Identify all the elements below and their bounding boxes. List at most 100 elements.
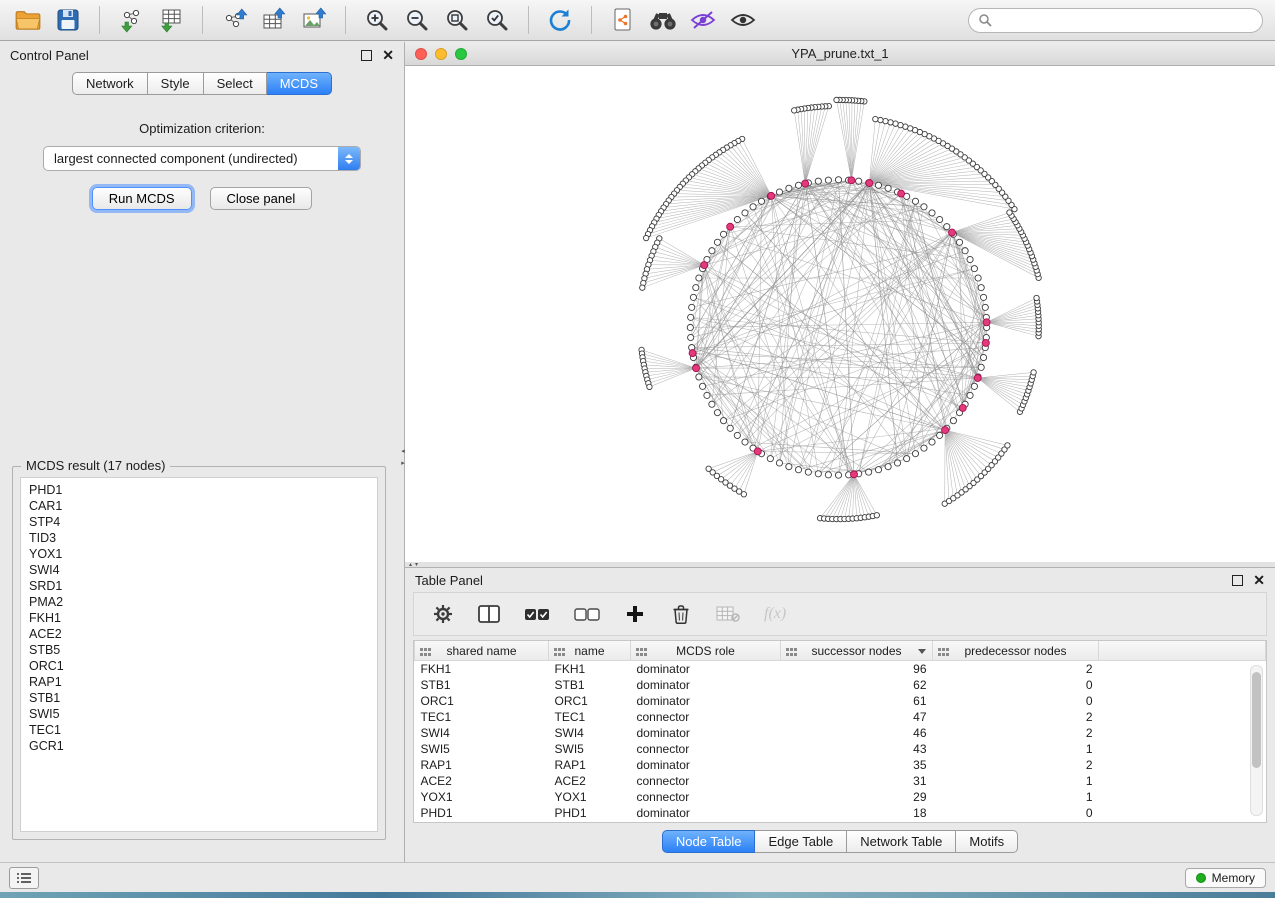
show-details-eye-icon[interactable]	[727, 4, 759, 36]
show-columns-icon[interactable]	[478, 601, 500, 627]
export-table-icon[interactable]	[258, 4, 290, 36]
search-input[interactable]	[998, 12, 1253, 29]
table-header-row: shared name name MCDS role successor nod…	[415, 641, 1266, 661]
hide-details-icon[interactable]	[687, 4, 719, 36]
tab-network-table[interactable]: Network Table	[847, 830, 956, 853]
import-table-disabled-icon	[716, 601, 740, 627]
memory-label: Memory	[1212, 871, 1255, 885]
find-binoculars-icon[interactable]	[647, 4, 679, 36]
list-item[interactable]: STB1	[29, 690, 369, 706]
tab-mcds[interactable]: MCDS	[267, 72, 332, 95]
list-item[interactable]: ACE2	[29, 626, 369, 642]
sort-dropdown-icon[interactable]	[918, 649, 926, 654]
clone-network-icon[interactable]	[607, 4, 639, 36]
run-mcds-button[interactable]: Run MCDS	[92, 187, 192, 210]
table-row[interactable]: YOX1YOX1connector291	[415, 789, 1266, 805]
list-item[interactable]: FKH1	[29, 610, 369, 626]
deselect-all-icon[interactable]	[574, 601, 600, 627]
list-item[interactable]: PMA2	[29, 594, 369, 610]
network-graph[interactable]	[405, 66, 1275, 562]
table-row[interactable]: PHD1PHD1dominator180	[415, 805, 1266, 821]
close-table-panel-icon[interactable]: ✕	[1253, 573, 1265, 587]
close-panel-icon[interactable]: ✕	[382, 48, 394, 62]
tab-edge-table[interactable]: Edge Table	[755, 830, 847, 853]
export-network-icon[interactable]	[218, 4, 250, 36]
delete-column-icon[interactable]	[670, 601, 692, 627]
list-item[interactable]: RAP1	[29, 674, 369, 690]
list-item[interactable]: GCR1	[29, 738, 369, 754]
list-item[interactable]: YOX1	[29, 546, 369, 562]
network-canvas[interactable]	[405, 66, 1275, 562]
list-item[interactable]: SWI5	[29, 706, 369, 722]
open-file-icon[interactable]	[12, 4, 44, 36]
table-row[interactable]: ORC1ORC1dominator610	[415, 693, 1266, 709]
tab-node-table[interactable]: Node Table	[662, 830, 756, 853]
export-image-icon[interactable]	[298, 4, 330, 36]
column-header-mcds-role[interactable]: MCDS role	[631, 641, 781, 661]
scrollbar-thumb[interactable]	[1252, 672, 1261, 768]
refresh-icon[interactable]	[544, 4, 576, 36]
table-row[interactable]: ACE2ACE2connector311	[415, 773, 1266, 789]
node-table-container: shared name name MCDS role successor nod…	[413, 640, 1267, 823]
tab-select[interactable]: Select	[204, 72, 267, 95]
criterion-dropdown[interactable]: largest connected component (undirected)	[43, 146, 361, 171]
tab-motifs[interactable]: Motifs	[956, 830, 1018, 853]
add-column-icon[interactable]	[624, 601, 646, 627]
zoom-in-icon[interactable]	[361, 4, 393, 36]
list-item[interactable]: SWI4	[29, 562, 369, 578]
memory-status-icon	[1196, 873, 1206, 883]
search-box[interactable]	[968, 8, 1263, 33]
column-header-shared-name[interactable]: shared name	[415, 641, 549, 661]
tab-network[interactable]: Network	[72, 72, 148, 95]
list-item[interactable]: ORC1	[29, 658, 369, 674]
table-settings-gear-icon[interactable]	[432, 601, 454, 627]
table-row[interactable]: TEC1TEC1connector472	[415, 709, 1266, 725]
list-item[interactable]: TID3	[29, 530, 369, 546]
window-close-icon[interactable]	[415, 48, 427, 60]
window-minimize-icon[interactable]	[435, 48, 447, 60]
select-all-icon[interactable]	[524, 601, 550, 627]
table-panel-tabs: Node Table Edge Table Network Table Moti…	[405, 830, 1275, 853]
list-item[interactable]: SRD1	[29, 578, 369, 594]
memory-button[interactable]: Memory	[1185, 868, 1266, 888]
control-panel-tabs: Network Style Select MCDS	[0, 72, 404, 95]
table-row[interactable]: SWI4SWI4dominator462	[415, 725, 1266, 741]
list-item[interactable]: STB5	[29, 642, 369, 658]
vertical-splitter-handle[interactable]: ◂▸	[399, 447, 407, 467]
table-vertical-scrollbar[interactable]	[1250, 665, 1263, 816]
table-panel: Table Panel ✕	[405, 568, 1275, 862]
table-row[interactable]: RAP1RAP1dominator352	[415, 757, 1266, 773]
list-item[interactable]: PHD1	[29, 482, 369, 498]
table-panel-title: Table Panel	[415, 573, 483, 588]
zoom-out-icon[interactable]	[401, 4, 433, 36]
function-builder-icon: f(x)	[764, 601, 786, 627]
column-header-name[interactable]: name	[549, 641, 631, 661]
mcds-result-list[interactable]: PHD1CAR1STP4TID3YOX1SWI4SRD1PMA2FKH1ACE2…	[20, 477, 378, 832]
toolbar-separator	[345, 6, 346, 34]
zoom-selected-icon[interactable]	[481, 4, 513, 36]
column-header-predecessor-nodes[interactable]: predecessor nodes	[933, 641, 1099, 661]
save-session-icon[interactable]	[52, 4, 84, 36]
float-panel-icon[interactable]	[361, 50, 372, 61]
table-row[interactable]: SWI5SWI5connector431	[415, 741, 1266, 757]
toolbar-separator	[528, 6, 529, 34]
float-table-panel-icon[interactable]	[1232, 575, 1243, 586]
table-row[interactable]: STB1STB1dominator620	[415, 677, 1266, 693]
zoom-fit-icon[interactable]	[441, 4, 473, 36]
list-item[interactable]: TEC1	[29, 722, 369, 738]
mcds-result-group: MCDS result (17 nodes) PHD1CAR1STP4TID3Y…	[12, 466, 386, 840]
mcds-result-title: MCDS result (17 nodes)	[21, 458, 170, 473]
window-zoom-icon[interactable]	[455, 48, 467, 60]
desktop-background-strip	[0, 892, 1275, 898]
list-item[interactable]: STP4	[29, 514, 369, 530]
import-table-icon[interactable]	[155, 4, 187, 36]
column-header-successor-nodes[interactable]: successor nodes	[781, 641, 933, 661]
import-network-icon[interactable]	[115, 4, 147, 36]
status-menu-icon[interactable]	[9, 867, 39, 889]
list-item[interactable]: CAR1	[29, 498, 369, 514]
column-grid-icon	[554, 646, 565, 660]
tab-style[interactable]: Style	[148, 72, 204, 95]
table-row[interactable]: FKH1FKH1dominator962	[415, 661, 1266, 678]
close-panel-button[interactable]: Close panel	[210, 187, 313, 210]
column-grid-icon	[786, 646, 797, 660]
